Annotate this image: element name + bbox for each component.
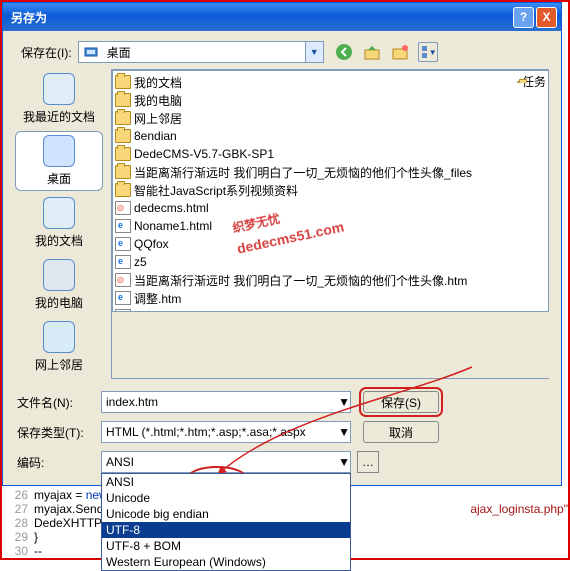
desktop-icon <box>83 44 99 60</box>
filename-label: 文件名(N): <box>17 394 101 411</box>
file-icon <box>115 237 131 251</box>
save-in-label: 保存在(I): <box>21 44 72 61</box>
sidebar-item-recent[interactable]: 我最近的文档 <box>15 69 103 129</box>
folder-icon <box>517 81 519 83</box>
file-icon <box>115 291 131 305</box>
save-in-value: 桌面 <box>103 44 305 61</box>
sidebar-item-documents[interactable]: 我的文档 <box>15 193 103 253</box>
places-sidebar: 我最近的文档 桌面 我的文档 我的电脑 网上邻居 <box>15 69 103 379</box>
chevron-down-icon[interactable]: ▼ <box>338 395 350 409</box>
help-button[interactable]: ? <box>513 7 534 28</box>
file-item[interactable]: 当距离渐行渐远时 我们明白了一切_无烦恼的他们个性头像_files <box>115 163 546 181</box>
folder-icon <box>115 147 131 161</box>
cancel-button[interactable]: 取消 <box>363 421 439 443</box>
file-item[interactable]: 当距离渐行渐远时 我们明白了一切_无烦恼的他们个性头像.htm <box>115 271 546 289</box>
chevron-down-icon[interactable]: ▼ <box>305 42 323 62</box>
encoding-option[interactable]: UTF-8 <box>102 522 350 538</box>
file-item[interactable]: Noname1.html <box>115 217 546 235</box>
sidebar-item-computer[interactable]: 我的电脑 <box>15 255 103 315</box>
file-item[interactable]: 智能社JavaScript系列视频资料 <box>115 181 546 199</box>
task-badge[interactable]: 任务 <box>517 73 546 90</box>
window-title: 另存为 <box>7 9 47 26</box>
type-label: 保存类型(T): <box>17 424 101 441</box>
encoding-combo[interactable]: ANSI ▼ <box>101 451 351 473</box>
file-item[interactable]: 调整.htm <box>115 289 546 307</box>
recent-icon <box>43 73 75 105</box>
view-icon[interactable]: ▼ <box>418 42 438 62</box>
close-button[interactable]: X <box>536 7 557 28</box>
computer-icon <box>43 259 75 291</box>
file-item[interactable]: 我的电脑 <box>115 91 546 109</box>
folder-icon <box>115 183 131 197</box>
new-folder-icon[interactable] <box>390 42 410 62</box>
file-list[interactable]: 任务 我的文档我的电脑网上邻居8endianDedeCMS-V5.7-GBK-S… <box>112 70 549 312</box>
encoding-option[interactable]: Unicode big endian <box>102 506 350 522</box>
file-item[interactable]: z5 <box>115 253 546 271</box>
folder-icon <box>115 93 131 107</box>
file-icon <box>115 309 131 312</box>
up-icon[interactable] <box>362 42 382 62</box>
encoding-option[interactable]: Western European (Windows) <box>102 554 350 570</box>
folder-icon <box>115 75 131 89</box>
back-icon[interactable] <box>334 42 354 62</box>
encoding-more-button[interactable]: … <box>357 451 379 473</box>
file-item[interactable]: 8endian <box>115 127 546 145</box>
folder-icon <box>115 165 131 179</box>
encoding-dropdown[interactable]: ANSIUnicodeUnicode big endianUTF-8UTF-8 … <box>101 473 351 571</box>
file-icon <box>115 255 131 269</box>
filename-input[interactable]: ▼ <box>101 391 351 413</box>
folder-icon <box>115 129 131 143</box>
file-icon <box>115 219 131 233</box>
encoding-option[interactable]: Unicode <box>102 490 350 506</box>
save-button[interactable]: 保存(S) <box>363 391 439 413</box>
chevron-down-icon[interactable]: ▼ <box>338 425 350 439</box>
sidebar-item-network[interactable]: 网上邻居 <box>15 317 103 377</box>
encoding-option[interactable]: ANSI <box>102 474 350 490</box>
file-item[interactable]: QQfox <box>115 235 546 253</box>
file-item[interactable]: dedecms.html <box>115 199 546 217</box>
titlebar: 另存为 ? X <box>3 3 561 31</box>
file-item[interactable]: 网上邻居 <box>115 109 546 127</box>
desktop-icon <box>43 135 75 167</box>
file-icon <box>115 273 131 287</box>
sidebar-item-desktop[interactable]: 桌面 <box>15 131 103 191</box>
file-icon <box>115 201 131 215</box>
file-item[interactable]: 我的文档 <box>115 73 517 91</box>
file-item[interactable]: DedeCMS-V5.7-GBK-SP1 <box>115 145 546 163</box>
type-combo[interactable]: HTML (*.html;*.htm;*.asp;*.asa;*.aspx ▼ <box>101 421 351 443</box>
encoding-option[interactable]: UTF-8 + BOM <box>102 538 350 554</box>
folder-icon <box>115 111 131 125</box>
file-item[interactable]: 更新.htm <box>115 307 546 312</box>
documents-icon <box>43 197 75 229</box>
save-in-combo[interactable]: 桌面 ▼ <box>78 41 324 63</box>
network-icon <box>43 321 75 353</box>
chevron-down-icon[interactable]: ▼ <box>338 455 350 469</box>
encoding-label: 编码: <box>17 454 101 471</box>
